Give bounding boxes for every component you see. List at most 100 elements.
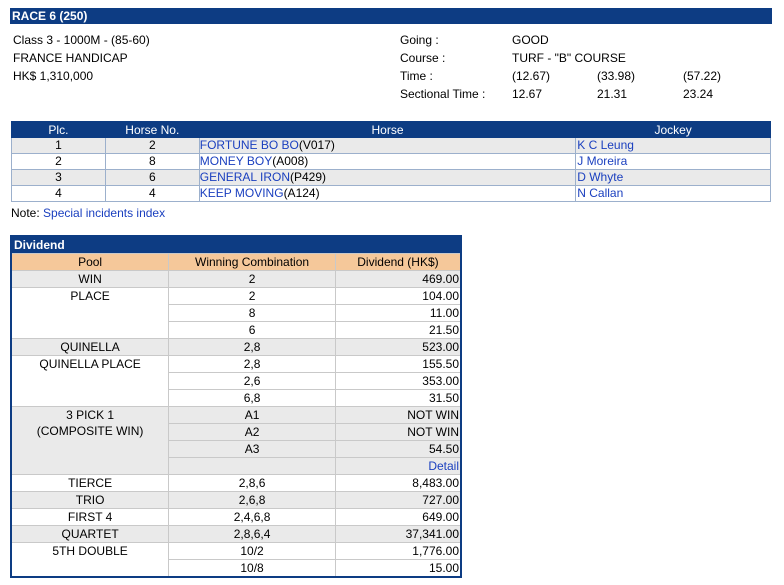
dividend-table: Dividend Pool Winning Combination Divide… bbox=[10, 235, 462, 578]
dividend-row: QUARTET 2,8,6,4 37,341.00 bbox=[10, 525, 462, 543]
pool-cell: TIERCE bbox=[10, 474, 170, 492]
combination-cell: 2,8 bbox=[168, 355, 336, 373]
course-value: TURF - "B" COURSE bbox=[512, 51, 626, 65]
combination-cell: 2,8,6,4 bbox=[168, 525, 336, 543]
dividend-title: Dividend bbox=[10, 235, 462, 254]
combination-cell: 2,8 bbox=[168, 338, 336, 356]
horse-link[interactable]: MONEY BOY bbox=[200, 154, 272, 168]
dividend-cell: 21.50 bbox=[334, 321, 462, 339]
time-value: (33.98) bbox=[597, 69, 636, 83]
pool-name-line: 3 PICK 1 bbox=[66, 408, 115, 422]
dividend-row: 3 PICK 1 (COMPOSITE WIN) A1 NOT WIN bbox=[10, 406, 462, 475]
pool-cell: FIRST 4 bbox=[10, 508, 170, 526]
column-header-winning-combination: Winning Combination bbox=[168, 253, 336, 271]
column-header-horse: Horse bbox=[198, 121, 577, 138]
dividend-cell: 469.00 bbox=[334, 270, 462, 288]
dividend-title-row: Dividend bbox=[10, 235, 462, 254]
dividend-row: QUINELLA PLACE 2,8 155.50 bbox=[10, 355, 462, 407]
pool-cell: QUARTET bbox=[10, 525, 170, 543]
combination-cell: 10/2 bbox=[168, 542, 336, 560]
dividend-cell: 8,483.00 bbox=[334, 474, 462, 492]
combination-cell: A2 bbox=[168, 423, 336, 441]
course-label: Course : bbox=[400, 51, 446, 65]
dividend-cell: 31.50 bbox=[334, 389, 462, 407]
note-label: Note: bbox=[11, 206, 40, 220]
jockey-link[interactable]: D Whyte bbox=[575, 169, 771, 186]
horse-code: (V017) bbox=[298, 138, 335, 152]
time-label: Time : bbox=[400, 69, 433, 83]
pool-cell: WIN bbox=[10, 270, 170, 288]
combination-cell: 2,8,6 bbox=[168, 474, 336, 492]
pool-cell: 5TH DOUBLE bbox=[10, 542, 170, 578]
horse-cell: MONEY BOY(A008) bbox=[198, 153, 577, 170]
horse-code: (P429) bbox=[290, 170, 327, 184]
race-info: Class 3 - 1000M - (85-60) FRANCE HANDICA… bbox=[13, 31, 150, 85]
horse-cell: FORTUNE BO BO(V017) bbox=[198, 137, 577, 154]
horse-no-cell: 2 bbox=[104, 137, 200, 154]
horse-code: (A008) bbox=[272, 154, 309, 168]
dividend-cell: 727.00 bbox=[334, 491, 462, 509]
horse-link[interactable]: FORTUNE BO BO bbox=[200, 138, 299, 152]
combination-cell: 2 bbox=[168, 270, 336, 288]
pool-cell: QUINELLA PLACE bbox=[10, 355, 170, 407]
dividend-cell: 104.00 bbox=[334, 287, 462, 305]
dividend-cell: 11.00 bbox=[334, 304, 462, 322]
race-class-line: Class 3 - 1000M - (85-60) bbox=[13, 33, 150, 47]
special-incidents-link[interactable]: Special incidents index bbox=[43, 206, 165, 220]
pool-cell: TRIO bbox=[10, 491, 170, 509]
combination-cell: A1 bbox=[168, 406, 336, 424]
horse-link[interactable]: KEEP MOVING bbox=[200, 186, 284, 200]
jockey-link[interactable]: J Moreira bbox=[575, 153, 771, 170]
place-cell: 4 bbox=[11, 185, 106, 202]
results-header-row: Plc. Horse No. Horse Jockey bbox=[11, 121, 771, 138]
dividend-row: FIRST 4 2,4,6,8 649.00 bbox=[10, 508, 462, 526]
horse-no-cell: 8 bbox=[104, 153, 200, 170]
pool-cell: PLACE bbox=[10, 287, 170, 339]
dividend-row: TRIO 2,6,8 727.00 bbox=[10, 491, 462, 509]
race-title: RACE 6 (250) bbox=[10, 8, 772, 24]
dividend-row: WIN 2 469.00 bbox=[10, 270, 462, 288]
sectional-time-value: 23.24 bbox=[683, 87, 714, 101]
column-header-place: Plc. bbox=[11, 121, 106, 138]
dividend-cell: 155.50 bbox=[334, 355, 462, 373]
combination-cell: 2,6,8 bbox=[168, 491, 336, 509]
place-cell: 1 bbox=[11, 137, 106, 154]
table-row: 2 8 MONEY BOY(A008) J Moreira bbox=[11, 153, 771, 170]
dividend-cell: NOT WIN bbox=[334, 406, 462, 424]
place-cell: 2 bbox=[11, 153, 106, 170]
detail-link[interactable]: Detail bbox=[334, 457, 462, 475]
sectional-time-label: Sectional Time : bbox=[400, 87, 486, 101]
race-name: FRANCE HANDICAP bbox=[13, 51, 128, 65]
combination-cell bbox=[168, 457, 336, 475]
going-value: GOOD bbox=[512, 33, 549, 47]
dividend-cell: 523.00 bbox=[334, 338, 462, 356]
horse-link[interactable]: GENERAL IRON bbox=[200, 170, 290, 184]
combination-cell: 8 bbox=[168, 304, 336, 322]
results-table: Plc. Horse No. Horse Jockey 1 2 FORTUNE … bbox=[11, 121, 771, 202]
dividend-cell: 54.50 bbox=[334, 440, 462, 458]
table-row: 1 2 FORTUNE BO BO(V017) K C Leung bbox=[11, 137, 771, 154]
combination-cell: 6 bbox=[168, 321, 336, 339]
horse-no-cell: 4 bbox=[104, 185, 200, 202]
note: Note: Special incidents index bbox=[11, 206, 165, 220]
time-value: (12.67) bbox=[512, 69, 551, 83]
dividend-cell: 353.00 bbox=[334, 372, 462, 390]
jockey-link[interactable]: K C Leung bbox=[575, 137, 771, 154]
combination-cell: 2 bbox=[168, 287, 336, 305]
dividend-row: QUINELLA 2,8 523.00 bbox=[10, 338, 462, 356]
horse-cell: KEEP MOVING(A124) bbox=[198, 185, 577, 202]
going-label: Going : bbox=[400, 33, 439, 47]
pool-cell: QUINELLA bbox=[10, 338, 170, 356]
dividend-cell: 37,341.00 bbox=[334, 525, 462, 543]
sectional-time-value: 12.67 bbox=[512, 87, 543, 101]
dividend-row: TIERCE 2,8,6 8,483.00 bbox=[10, 474, 462, 492]
combination-cell: 6,8 bbox=[168, 389, 336, 407]
dividend-cell: 1,776.00 bbox=[334, 542, 462, 560]
race-prize: HK$ 1,310,000 bbox=[13, 69, 94, 83]
dividend-row: 5TH DOUBLE 10/2 1,776.00 bbox=[10, 542, 462, 578]
column-header-dividend: Dividend (HK$) bbox=[334, 253, 462, 271]
table-row: 3 6 GENERAL IRON(P429) D Whyte bbox=[11, 169, 771, 186]
jockey-link[interactable]: N Callan bbox=[575, 185, 771, 202]
column-header-jockey: Jockey bbox=[575, 121, 771, 138]
combination-cell: A3 bbox=[168, 440, 336, 458]
